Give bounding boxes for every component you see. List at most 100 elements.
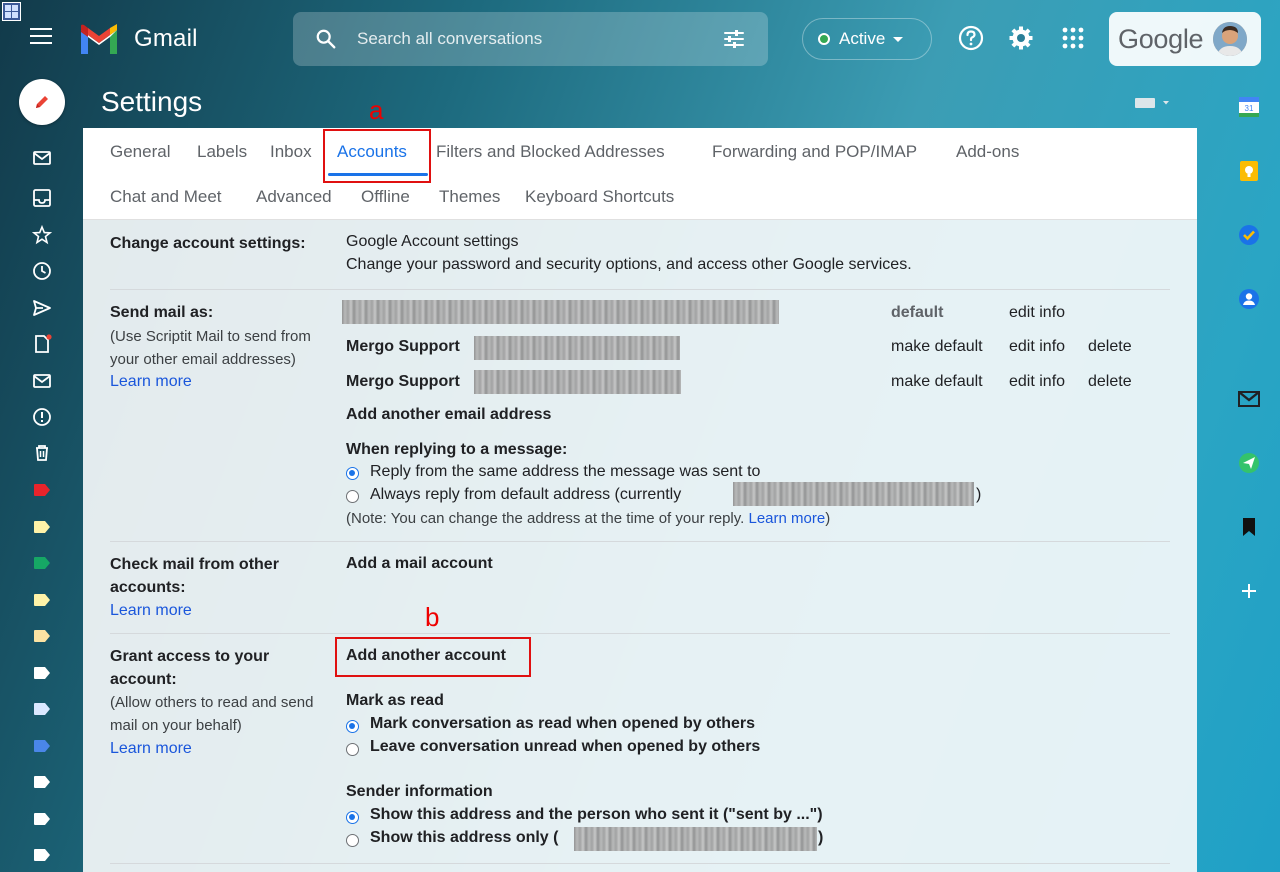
- spam-icon[interactable]: [32, 407, 52, 427]
- show-sent-by-radio[interactable]: [346, 811, 359, 824]
- change-account-label: Change account settings:: [110, 235, 306, 252]
- star-icon[interactable]: [32, 225, 52, 245]
- send-extension-icon[interactable]: [1238, 452, 1260, 474]
- status-dropdown[interactable]: Active: [802, 18, 932, 60]
- keep-icon[interactable]: [1238, 160, 1260, 182]
- gmail-logo[interactable]: Gmail: [78, 22, 198, 56]
- label-icon-blue[interactable]: [34, 740, 50, 752]
- tab-advanced[interactable]: Advanced: [256, 187, 332, 207]
- make-default-link[interactable]: make default: [891, 373, 983, 391]
- reply-same-address-radio[interactable]: [346, 467, 359, 480]
- redacted-email: [474, 370, 681, 394]
- add-mail-account-link[interactable]: Add a mail account: [346, 555, 493, 573]
- tab-accounts[interactable]: Accounts: [337, 142, 407, 162]
- annotation-a: a: [369, 95, 384, 125]
- tab-themes[interactable]: Themes: [439, 187, 500, 207]
- label-icon-white-2[interactable]: [34, 776, 50, 788]
- account-switcher[interactable]: Google: [1109, 12, 1261, 66]
- help-icon[interactable]: [958, 25, 984, 51]
- reply-note: (Note: You can change the address at the…: [346, 510, 830, 527]
- compose-button[interactable]: [19, 79, 65, 125]
- label-icon-white-3[interactable]: [34, 813, 50, 825]
- settings-tabs: General Labels Inbox Accounts Filters an…: [83, 128, 1197, 220]
- make-default-link[interactable]: make default: [891, 338, 983, 356]
- page-title: Settings: [101, 86, 203, 117]
- edit-info-link[interactable]: edit info: [1009, 304, 1065, 322]
- label-icon-red[interactable]: [34, 484, 50, 496]
- search-options-icon[interactable]: [722, 27, 746, 51]
- reply-default-address-radio[interactable]: [346, 490, 359, 503]
- side-panel-rail: 31: [1217, 78, 1280, 872]
- google-account-settings-link[interactable]: Google Account settings: [346, 233, 519, 251]
- reply-same-address-label[interactable]: Reply from the same address the message …: [370, 463, 760, 481]
- label-icon-green[interactable]: [34, 557, 50, 569]
- label-icon-white[interactable]: [34, 667, 50, 679]
- tab-filters[interactable]: Filters and Blocked Addresses: [436, 142, 665, 162]
- reply-note-learn-more-link[interactable]: Learn more: [748, 510, 825, 527]
- bookmark-icon[interactable]: [1238, 516, 1260, 538]
- delete-link[interactable]: delete: [1088, 373, 1132, 391]
- tab-inbox[interactable]: Inbox: [270, 142, 312, 162]
- search-icon[interactable]: [315, 28, 337, 50]
- redacted-email: [733, 482, 974, 506]
- inbox-icon[interactable]: [32, 188, 52, 208]
- add-another-account-link[interactable]: Add another account: [346, 647, 506, 665]
- reply-default-address-label[interactable]: Always reply from default address (curre…: [370, 486, 681, 504]
- tab-forwarding[interactable]: Forwarding and POP/IMAP: [712, 142, 917, 162]
- trash-icon[interactable]: [32, 443, 52, 463]
- avatar[interactable]: [1213, 22, 1248, 56]
- grant-access-learn-more-link[interactable]: Learn more: [110, 737, 192, 760]
- active-status-dot: [818, 33, 830, 45]
- apps-grid-icon[interactable]: [1060, 25, 1086, 51]
- leave-unread-radio[interactable]: [346, 743, 359, 756]
- check-mail-learn-more-link[interactable]: Learn more: [110, 599, 192, 622]
- label-icon-white-4[interactable]: [34, 849, 50, 861]
- search-bar[interactable]: [293, 12, 768, 66]
- add-email-address-link[interactable]: Add another email address: [346, 406, 551, 424]
- reply-heading: When replying to a message:: [346, 441, 568, 458]
- draft-icon[interactable]: [32, 334, 52, 354]
- contacts-icon[interactable]: [1238, 288, 1260, 310]
- tab-general[interactable]: General: [110, 142, 170, 162]
- mark-as-read-heading: Mark as read: [346, 692, 444, 709]
- label-icon-light-blue[interactable]: [34, 703, 50, 715]
- all-mail-icon[interactable]: [32, 371, 52, 391]
- settings-gear-icon[interactable]: [1008, 25, 1034, 51]
- clock-icon[interactable]: [32, 261, 52, 281]
- label-icon-yellow[interactable]: [34, 521, 50, 533]
- edit-info-link[interactable]: edit info: [1009, 338, 1065, 356]
- add-addon-icon[interactable]: [1238, 580, 1260, 602]
- label-icon-tan[interactable]: [34, 630, 50, 642]
- leave-unread-label[interactable]: Leave conversation unread when opened by…: [370, 738, 760, 756]
- tab-labels[interactable]: Labels: [197, 142, 247, 162]
- send-mail-as-hint-1: (Use Scriptit Mail to send from: [110, 328, 311, 345]
- sender-info-heading: Sender information: [346, 783, 493, 800]
- calendar-icon[interactable]: 31: [1238, 96, 1260, 118]
- reply-note-text: (Note: You can change the address at the…: [346, 510, 745, 527]
- mail-extension-icon[interactable]: [1238, 388, 1260, 410]
- mark-read-radio[interactable]: [346, 720, 359, 733]
- mail-icon[interactable]: [32, 148, 52, 168]
- send-icon[interactable]: [32, 298, 52, 318]
- edit-info-link[interactable]: edit info: [1009, 373, 1065, 391]
- delete-link[interactable]: delete: [1088, 338, 1132, 356]
- show-sent-by-label[interactable]: Show this address and the person who sen…: [370, 806, 823, 824]
- send-mail-learn-more-link[interactable]: Learn more: [110, 370, 192, 393]
- show-address-only-label[interactable]: Show this address only (: [370, 829, 558, 847]
- grant-access-label-2: account:: [110, 671, 177, 688]
- tab-offline[interactable]: Offline: [361, 187, 410, 207]
- keyboard-input-icon[interactable]: [1135, 96, 1173, 110]
- tasks-icon[interactable]: [1238, 224, 1260, 246]
- mark-read-label[interactable]: Mark conversation as read when opened by…: [370, 715, 755, 733]
- main-menu-button[interactable]: [30, 28, 52, 46]
- tab-keyboard-shortcuts[interactable]: Keyboard Shortcuts: [525, 187, 674, 207]
- closing-paren: ): [976, 486, 982, 503]
- closing-paren: ): [818, 829, 824, 846]
- show-address-only-radio[interactable]: [346, 834, 359, 847]
- tab-addons[interactable]: Add-ons: [956, 142, 1019, 162]
- tab-chat-and-meet[interactable]: Chat and Meet: [110, 187, 222, 207]
- sender-name: Mergo Support: [346, 338, 460, 355]
- search-input[interactable]: [357, 29, 722, 49]
- redacted-email: [474, 336, 680, 360]
- label-icon-yellow-2[interactable]: [34, 594, 50, 606]
